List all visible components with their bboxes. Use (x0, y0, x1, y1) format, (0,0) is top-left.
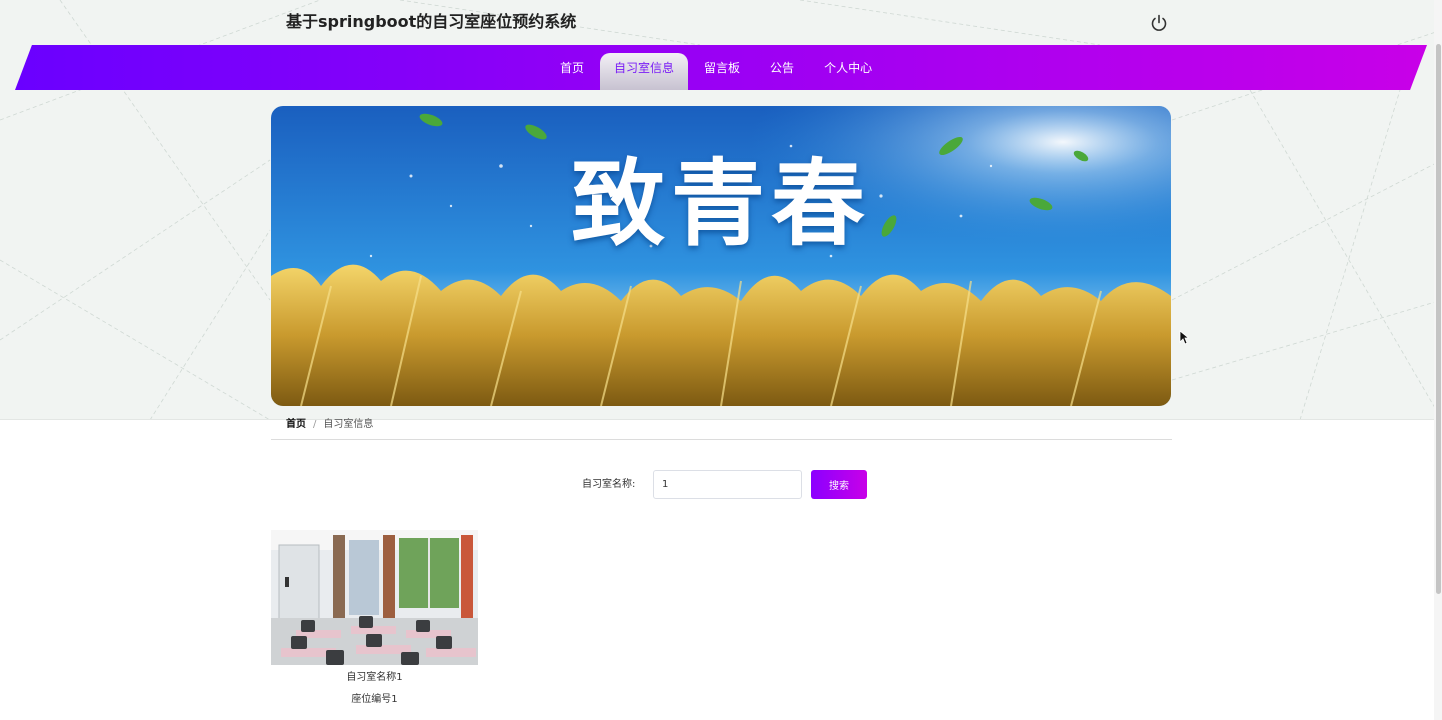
nav-item-message-board[interactable]: 留言板 (690, 53, 754, 90)
room-name: 自习室名称1 (346, 672, 403, 683)
banner-title: 致青春 (570, 150, 871, 259)
nav-item-study-room-info[interactable]: 自习室信息 (600, 53, 689, 90)
site-title: 基于springboot的自习室座位预约系统 (286, 12, 577, 31)
main-nav: 首页 自习室信息 留言板 公告 个人中心 (545, 53, 887, 90)
room-photo (271, 530, 478, 665)
banner-carousel[interactable]: 致青春 (271, 106, 1171, 406)
mouse-pointer-icon (1179, 330, 1189, 345)
nav-item-personal-center[interactable]: 个人中心 (810, 53, 886, 90)
power-icon (1151, 14, 1167, 31)
room-card[interactable]: 自习室名称1 座位编号1 (271, 530, 478, 720)
search-button[interactable]: 搜索 (811, 470, 867, 499)
nav-item-announcement[interactable]: 公告 (756, 53, 808, 90)
breadcrumb-home[interactable]: 首页 (286, 419, 306, 430)
room-seat-number: 座位编号1 (351, 694, 398, 705)
breadcrumb-current: 自习室信息 (323, 419, 374, 430)
room-name-search-input[interactable] (653, 470, 802, 499)
breadcrumb-separator: / (313, 419, 317, 430)
search-label: 自习室名称: (582, 479, 636, 490)
breadcrumb: 首页 / 自习室信息 (271, 418, 1172, 440)
nav-item-home[interactable]: 首页 (546, 53, 598, 90)
logout-button[interactable] (1148, 12, 1170, 34)
page-scrollbar-thumb[interactable] (1436, 44, 1441, 594)
